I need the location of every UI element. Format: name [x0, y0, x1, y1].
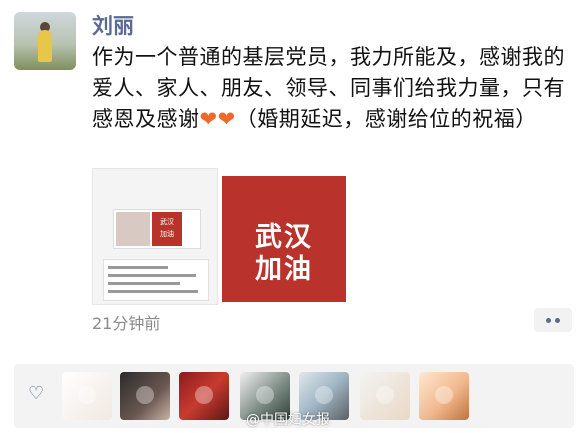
poster-headline-line1: 武汉 — [255, 222, 313, 253]
more-button[interactable] — [534, 308, 572, 332]
post-time: 21分钟前 — [92, 314, 161, 333]
post-text-note: （婚期延迟，感谢给位的祝福） — [235, 107, 537, 131]
more-dot-icon — [555, 318, 560, 323]
liker-avatar[interactable] — [419, 372, 469, 420]
screenshot-comment-block — [103, 259, 209, 301]
avatar[interactable] — [14, 12, 76, 70]
post-text: 作为一个普通的基层党员，我力所能及，感谢我的爱人、家人、朋友、领导、同事们给我力… — [92, 42, 576, 135]
more-dot-icon — [546, 318, 551, 323]
post-image-screenshot[interactable]: 武汉 加油 — [92, 168, 218, 305]
heart-outline-icon: ♡ — [28, 383, 45, 404]
screenshot-red-label-line1: 武汉 — [160, 218, 174, 226]
screenshot-mini-card: 武汉 加油 — [113, 209, 201, 249]
watermark: @中国妇女报 — [246, 412, 330, 428]
liker-avatar[interactable] — [120, 372, 170, 420]
screenshot-red-label: 武汉 加油 — [152, 212, 182, 246]
screenshot-photo — [116, 212, 150, 246]
avatar-figure-shape — [38, 30, 52, 62]
post-image-poster[interactable]: 武汉 加油 — [222, 176, 346, 302]
screenshot-red-label-line2: 加油 — [160, 230, 174, 238]
heart-emoji-icon: ❤❤ — [199, 107, 236, 131]
liker-avatar[interactable] — [179, 372, 229, 420]
liker-avatar[interactable] — [62, 372, 112, 420]
liker-avatar[interactable] — [360, 372, 410, 420]
poster-headline-line2: 加油 — [255, 254, 313, 285]
poster-headline: 武汉 加油 — [222, 222, 346, 286]
post-username[interactable]: 刘丽 — [92, 10, 134, 40]
